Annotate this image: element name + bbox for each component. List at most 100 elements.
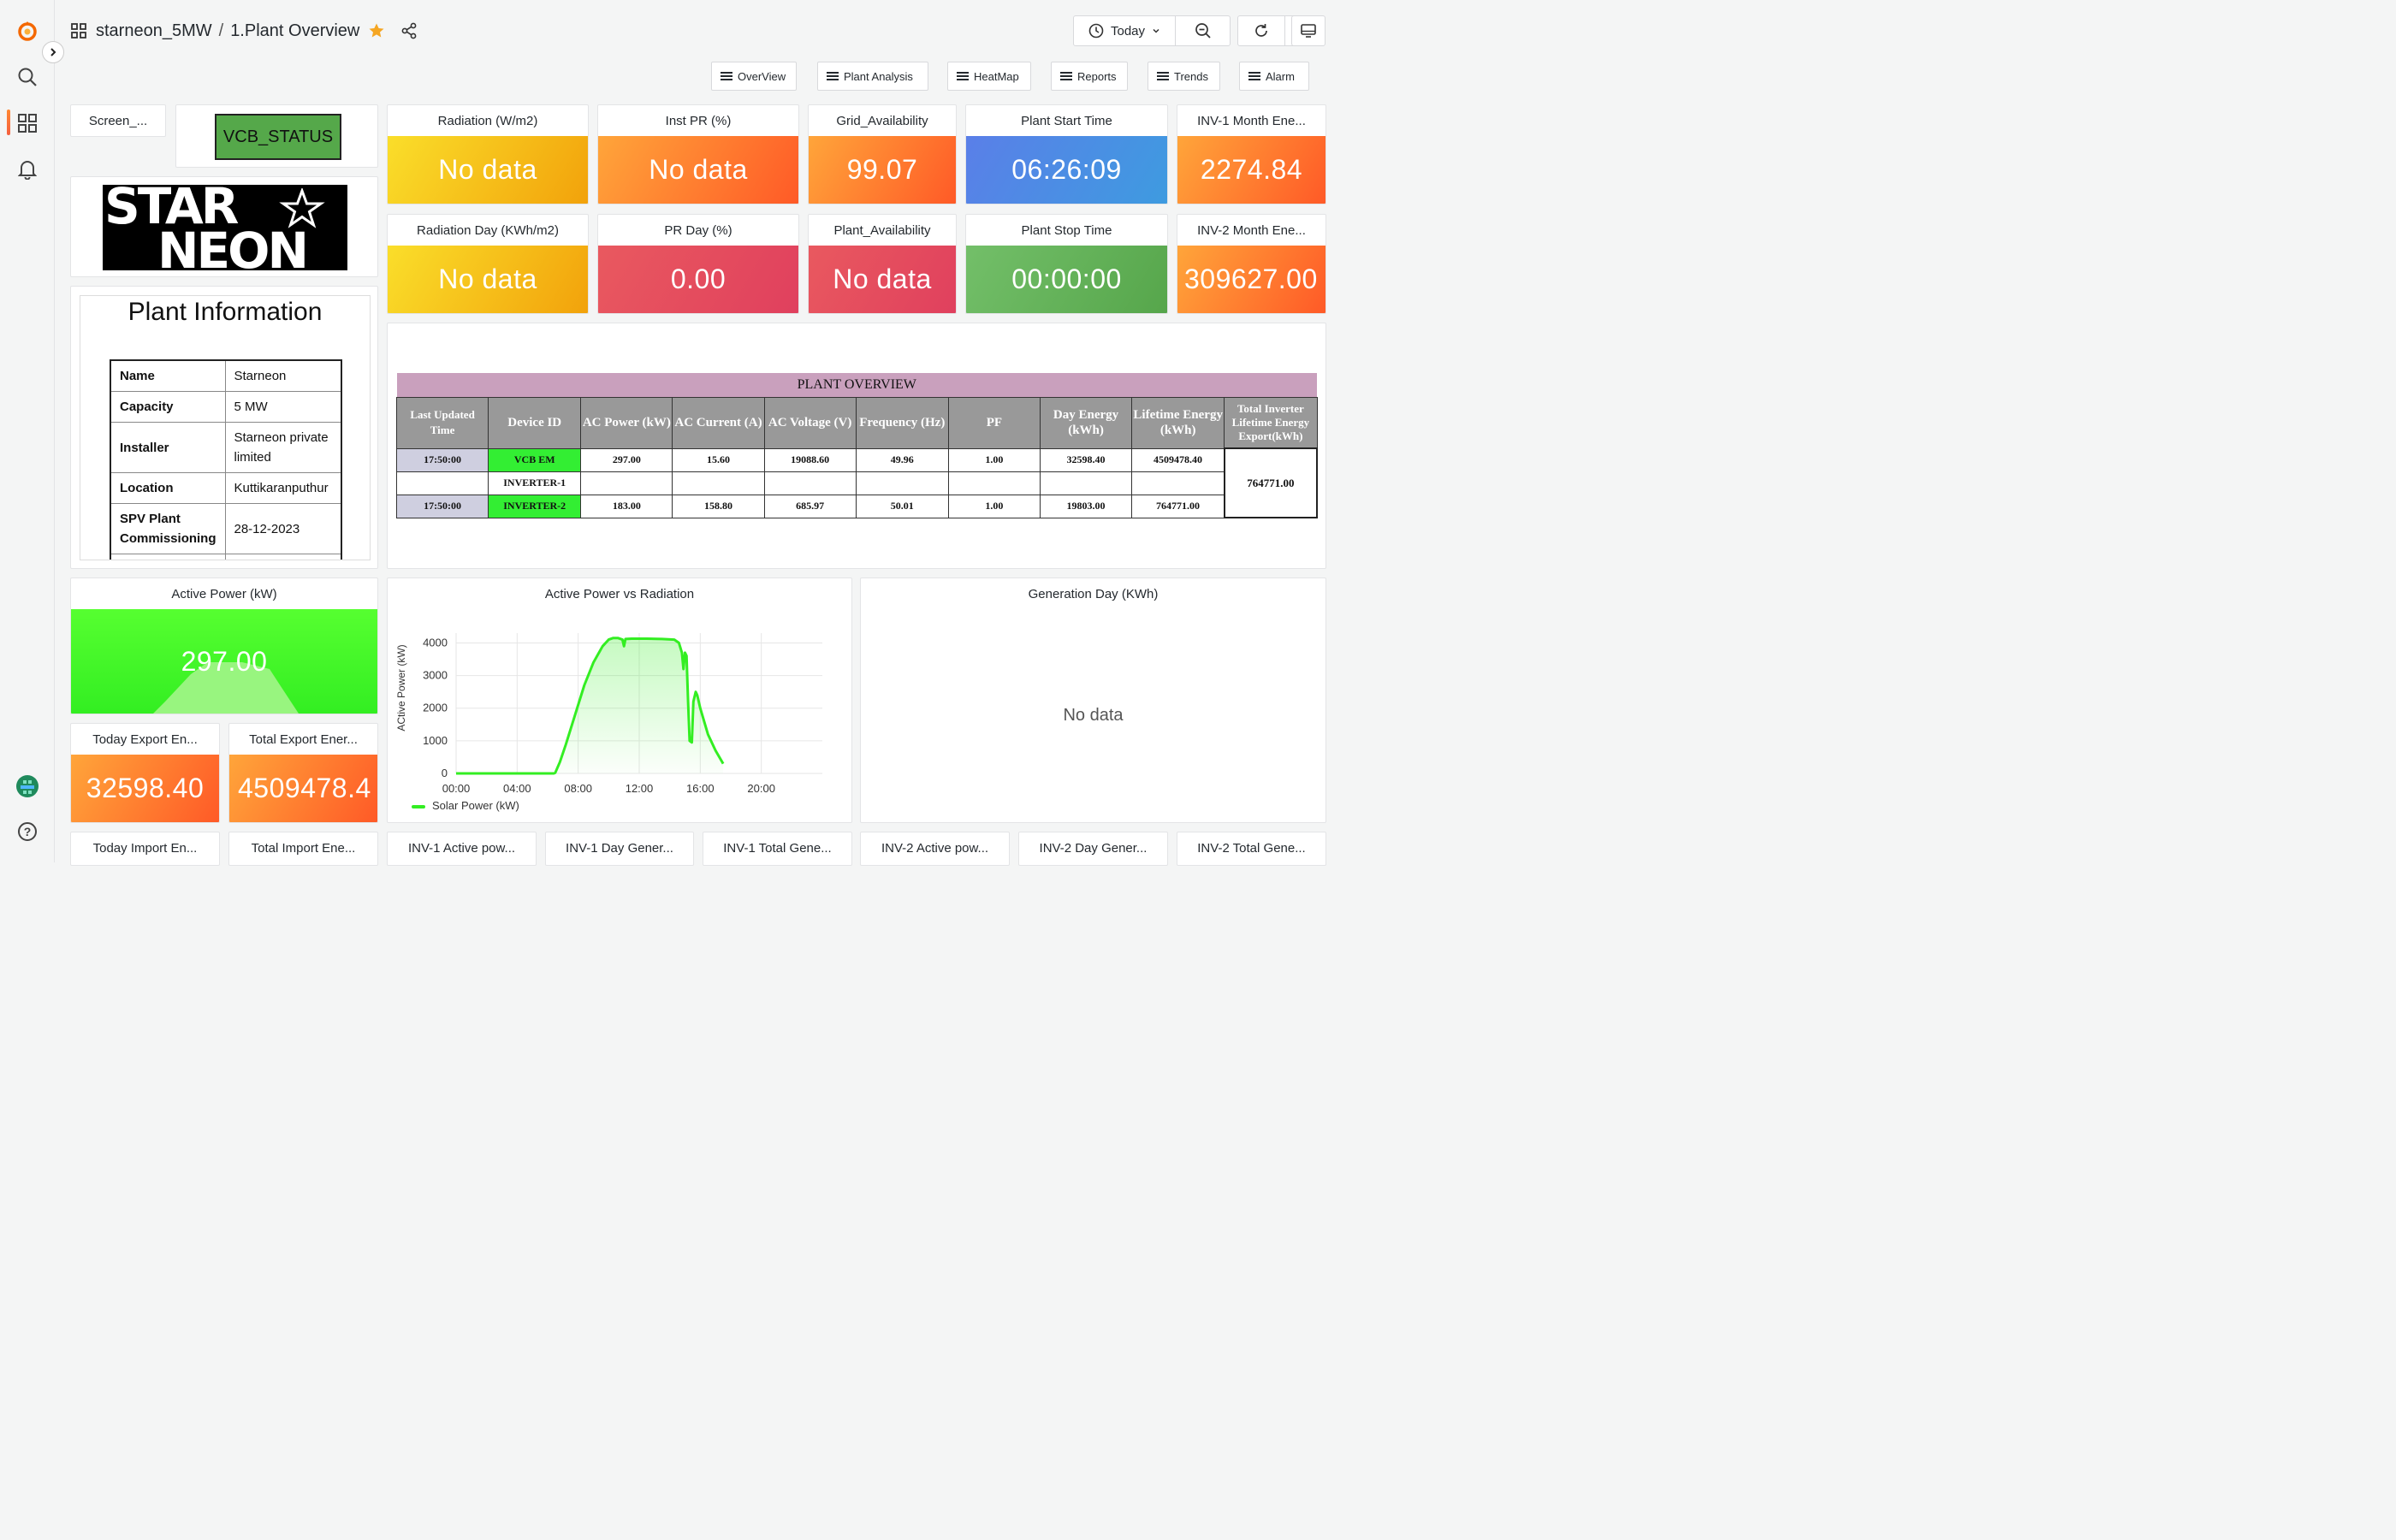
dashboards-grid-icon bbox=[71, 23, 86, 38]
cell: 297.00 bbox=[580, 447, 673, 472]
help-icon[interactable]: ? bbox=[14, 818, 41, 845]
cell: 15.60 bbox=[672, 447, 765, 472]
table-row: Name Starneon bbox=[110, 359, 342, 392]
row-label: Capacity bbox=[110, 391, 226, 423]
active-power-value: 297.00 bbox=[181, 645, 268, 677]
cell bbox=[947, 471, 1041, 495]
cell bbox=[395, 471, 489, 495]
radiation-day-value: No data bbox=[388, 246, 588, 313]
nav-link-plant-analysis[interactable]: Plant Analysis bbox=[817, 62, 928, 91]
column-header: PF bbox=[947, 396, 1041, 449]
table-row: SPV Plant Commissioning 28-12-2023 bbox=[110, 503, 342, 554]
cell: 17:50:00 bbox=[395, 494, 489, 518]
table-row: Location Kuttikaranputhur bbox=[110, 472, 342, 504]
user-avatar-icon[interactable] bbox=[14, 773, 41, 800]
refresh-icon bbox=[1255, 24, 1267, 37]
panel-title: Inst PR (%) bbox=[665, 113, 732, 128]
plant-information-frame: Plant Information Name Starneon Capacity 5… bbox=[80, 295, 371, 560]
bell-icon[interactable] bbox=[14, 156, 41, 183]
no-data-message: No data bbox=[1063, 706, 1124, 725]
table-row: 5106 bbox=[110, 554, 342, 560]
grafana-logo-icon[interactable] bbox=[14, 17, 41, 44]
search-icon[interactable] bbox=[14, 63, 41, 91]
menu-icon bbox=[827, 72, 839, 80]
screen-panel[interactable]: Screen_... bbox=[70, 104, 166, 137]
column-header: AC Current (A) bbox=[672, 396, 765, 449]
pr-day-panel: PR Day (%) 0.00 bbox=[597, 214, 799, 314]
cell: 4509478.40 bbox=[1131, 447, 1225, 472]
kiosk-picker bbox=[1291, 15, 1326, 46]
inv1-total-generation-panel: INV-1 Total Gene... bbox=[703, 832, 852, 866]
panel-title: Generation Day (KWh) bbox=[1028, 586, 1159, 601]
active-power-panel: Active Power (kW) 297.00 bbox=[70, 578, 378, 714]
grid-availability-value: 99.07 bbox=[809, 136, 956, 204]
cell: INVERTER-1 bbox=[488, 471, 582, 495]
cell: 19803.00 bbox=[1039, 494, 1133, 518]
column-header: AC Voltage (V) bbox=[763, 396, 857, 449]
panel-title: Plant Start Time bbox=[1021, 113, 1112, 128]
nav-link-overview[interactable]: OverView bbox=[711, 62, 797, 91]
cell: 183.00 bbox=[580, 494, 673, 518]
monitor-icon bbox=[1301, 24, 1316, 38]
column-header: Day Energy (kWh) bbox=[1039, 396, 1133, 449]
plant-availability-value: No data bbox=[809, 246, 956, 313]
vcb-status-panel: VCB_STATUS bbox=[175, 104, 378, 168]
panel-title: Total Export Ener... bbox=[249, 732, 358, 747]
total-import-panel: Total Import Ene... bbox=[228, 832, 378, 866]
plant-overview-title: PLANT OVERVIEW bbox=[396, 373, 1317, 397]
breadcrumb: starneon_5MW / 1.Plant Overview bbox=[70, 17, 418, 44]
expand-sidebar-button[interactable] bbox=[42, 41, 64, 63]
cell: 49.96 bbox=[855, 447, 949, 472]
chart-legend[interactable]: Solar Power (kW) bbox=[412, 799, 519, 812]
cell: 50.01 bbox=[855, 494, 949, 518]
row-label: Name bbox=[110, 359, 226, 392]
plant-information-table: Name Starneon Capacity 5 MW Installer Starn… bbox=[110, 359, 342, 560]
power-chart[interactable]: 0 1000 2000 3000 4000 00:00 04:00 08:00 12:00 16:… bbox=[388, 609, 851, 823]
clock-icon bbox=[1088, 23, 1104, 38]
y-tick-label: 1000 bbox=[423, 734, 448, 747]
zoom-out-icon bbox=[1195, 23, 1211, 38]
breadcrumb-dashboard: 1.Plant Overview bbox=[230, 21, 360, 40]
inv2-day-generation-panel: INV-2 Day Gener... bbox=[1018, 832, 1168, 866]
cell: 19088.60 bbox=[763, 447, 857, 472]
y-tick-label: 2000 bbox=[423, 702, 448, 714]
nav-link-heatmap[interactable]: HeatMap bbox=[947, 62, 1031, 91]
dashboards-icon[interactable] bbox=[14, 110, 41, 137]
nav-link-label: HeatMap bbox=[974, 69, 1019, 83]
time-range-picker: Today bbox=[1073, 15, 1231, 46]
today-export-value: 32598.40 bbox=[71, 755, 219, 822]
cell: 685.97 bbox=[763, 494, 857, 518]
panel-title: INV-2 Month Ene... bbox=[1197, 222, 1306, 238]
share-icon[interactable] bbox=[400, 22, 418, 39]
panel-title: Total Import Ene... bbox=[251, 840, 356, 856]
menu-icon bbox=[1248, 72, 1260, 80]
cell: 32598.40 bbox=[1039, 447, 1133, 472]
menu-icon bbox=[1060, 72, 1072, 80]
panel-title: Today Import En... bbox=[92, 840, 198, 856]
kiosk-mode-button[interactable] bbox=[1292, 16, 1325, 45]
panel-title: Today Export En... bbox=[92, 732, 198, 747]
refresh-button[interactable] bbox=[1238, 16, 1284, 45]
nav-link-alarm[interactable]: Alarm bbox=[1239, 62, 1309, 91]
nav-link-reports[interactable]: Reports bbox=[1051, 62, 1128, 91]
row-label bbox=[110, 554, 226, 560]
breadcrumb-folder[interactable]: starneon_5MW bbox=[96, 21, 212, 41]
panel-title: Radiation Day (KWh/m2) bbox=[417, 222, 559, 238]
panel-title: INV-2 Active pow... bbox=[881, 840, 989, 856]
panel-title: Active Power vs Radiation bbox=[544, 586, 695, 601]
inv1-month-energy-value: 2274.84 bbox=[1177, 136, 1326, 204]
starneon-logo: STAR NEON bbox=[103, 185, 347, 270]
cell bbox=[1131, 471, 1225, 495]
nav-link-trends[interactable]: Trends bbox=[1148, 62, 1220, 91]
x-tick-label: 12:00 bbox=[626, 782, 654, 795]
time-range-button[interactable]: Today bbox=[1074, 16, 1175, 45]
panel-title: Radiation (W/m2) bbox=[437, 113, 538, 128]
radiation-panel: Radiation (W/m2) No data bbox=[387, 104, 589, 204]
panel-title: Screen_... bbox=[88, 113, 148, 128]
panel-title: Plant Stop Time bbox=[1021, 222, 1112, 238]
breadcrumb-separator: / bbox=[218, 21, 224, 40]
star-icon[interactable] bbox=[368, 22, 385, 39]
chart-y-axis-label: ACtive Power (kW) bbox=[395, 644, 407, 731]
inst-pr-panel: Inst PR (%) No data bbox=[597, 104, 799, 204]
zoom-out-button[interactable] bbox=[1175, 16, 1230, 45]
